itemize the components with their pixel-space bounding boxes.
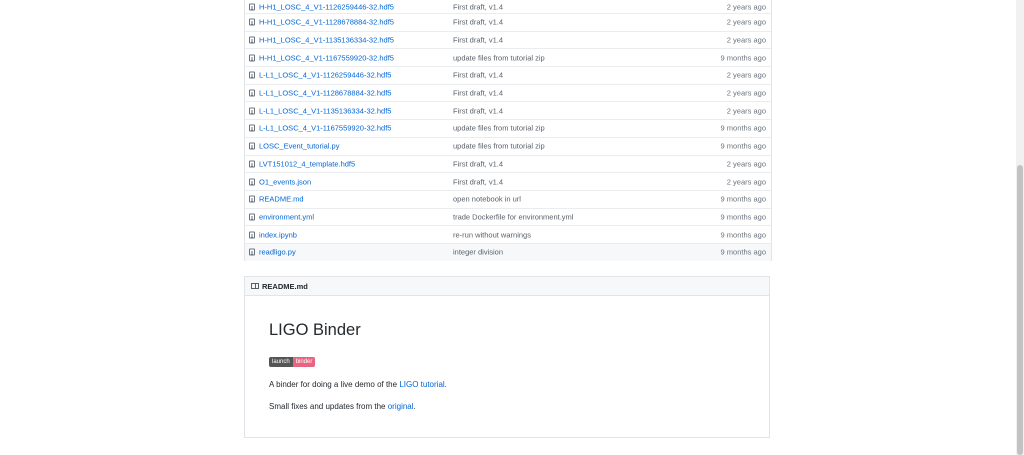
book-icon xyxy=(251,283,259,289)
file-name-link[interactable]: LVT151012_4_template.hdf5 xyxy=(259,159,355,168)
ligo-tutorial-link[interactable]: LIGO tutorial xyxy=(399,380,444,389)
file-name-link[interactable]: L-L1_LOSC_4_V1-1128678884-32.hdf5 xyxy=(259,89,391,98)
file-icon xyxy=(249,107,255,115)
file-icon xyxy=(249,89,255,97)
badge-right-label: binder xyxy=(292,357,316,367)
file-row: L-L1_LOSC_4_V1-1126259446-32.hdf5 First d… xyxy=(245,66,771,84)
commit-age: 2 years ago xyxy=(726,2,766,11)
commit-age: 9 months ago xyxy=(720,194,766,204)
file-name-link[interactable]: H-H1_LOSC_4_V1-1167559920-32.hdf5 xyxy=(259,53,394,62)
file-name-link[interactable]: L-L1_LOSC_4_V1-1126259446-32.hdf5 xyxy=(259,71,391,80)
commit-message-link[interactable]: integer division xyxy=(453,248,503,257)
file-row: readligo.py integer division 9 months ago xyxy=(245,242,771,261)
file-icon xyxy=(249,3,255,10)
file-name-link[interactable]: README.md xyxy=(259,195,304,204)
commit-age: 2 years ago xyxy=(726,70,766,80)
commit-age: 9 months ago xyxy=(720,247,766,257)
file-row: H-H1_LOSC_4_V1-1167559920-32.hdf5 update … xyxy=(245,48,771,66)
readme-paragraph-2: Small fixes and updates from the origina… xyxy=(269,402,416,411)
file-icon xyxy=(249,213,255,221)
commit-message-link[interactable]: First draft, v1.4 xyxy=(453,71,503,80)
file-row: L-L1_LOSC_4_V1-1167559920-32.hdf5 update … xyxy=(245,119,771,137)
commit-message-link[interactable]: trade Dockerfile for environment.yml xyxy=(453,212,573,221)
file-name-link[interactable]: L-L1_LOSC_4_V1-1167559920-32.hdf5 xyxy=(259,124,391,133)
file-icon xyxy=(249,178,255,186)
commit-message-link[interactable]: First draft, v1.4 xyxy=(453,159,503,168)
file-row: H-H1_LOSC_4_V1-1126259446-32.hdf5 First d… xyxy=(245,0,771,13)
file-row: L-L1_LOSC_4_V1-1128678884-32.hdf5 First d… xyxy=(245,83,771,102)
commit-message-link[interactable]: First draft, v1.4 xyxy=(453,177,503,186)
paragraph-text: . xyxy=(444,380,447,389)
file-row: H-H1_LOSC_4_V1-1135136334-32.hdf5 First d… xyxy=(245,30,771,49)
commit-message-link[interactable]: open notebook in url xyxy=(453,195,521,204)
readme-title: LIGO Binder xyxy=(269,321,361,339)
file-name-link[interactable]: O1_events.json xyxy=(259,177,311,186)
commit-age: 2 years ago xyxy=(726,17,766,27)
commit-age: 9 months ago xyxy=(720,230,766,240)
commit-age: 2 years ago xyxy=(726,35,766,45)
commit-age: 9 months ago xyxy=(720,123,766,133)
commit-message-link[interactable]: update files from tutorial zip xyxy=(453,124,545,133)
file-list: H-H1_LOSC_4_V1-1126259446-32.hdf5 First d… xyxy=(244,0,772,261)
commit-age: 2 years ago xyxy=(726,88,766,98)
file-row: README.md open notebook in url 9 months ag… xyxy=(245,189,771,208)
file-icon xyxy=(249,142,255,150)
file-icon xyxy=(249,54,255,62)
commit-message-link[interactable]: First draft, v1.4 xyxy=(453,18,503,27)
commit-age: 2 years ago xyxy=(726,106,766,116)
badge-left-label: launch xyxy=(269,357,293,367)
file-name-link[interactable]: index.ipynb xyxy=(259,230,297,239)
readme-paragraph-1: A binder for doing a live demo of the LI… xyxy=(269,380,447,389)
file-row: O1_events.json First draft, v1.4 2 years a… xyxy=(245,172,771,190)
file-name-link[interactable]: H-H1_LOSC_4_V1-1128678884-32.hdf5 xyxy=(259,18,394,27)
launch-binder-badge[interactable]: launch binder xyxy=(269,357,316,367)
commit-message-link[interactable]: First draft, v1.4 xyxy=(453,2,503,11)
scrollbar-thumb[interactable] xyxy=(1017,165,1023,455)
commit-age: 2 years ago xyxy=(726,177,766,187)
file-icon xyxy=(249,231,255,239)
paragraph-text: Small fixes and updates from the xyxy=(269,402,388,411)
commit-message-link[interactable]: First draft, v1.4 xyxy=(453,36,503,45)
commit-message-link[interactable]: First draft, v1.4 xyxy=(453,89,503,98)
file-name-link[interactable]: readligo.py xyxy=(259,248,296,257)
readme-header-title: README.md xyxy=(262,282,308,291)
file-icon xyxy=(249,160,255,168)
file-row: L-L1_LOSC_4_V1-1135136334-32.hdf5 First d… xyxy=(245,101,771,119)
file-row: LOSC_Event_tutorial.py update files from … xyxy=(245,136,771,155)
file-row: index.ipynb re-run without warnings 9 mont… xyxy=(245,225,771,243)
commit-message-link[interactable]: update files from tutorial zip xyxy=(453,142,545,151)
commit-age: 9 months ago xyxy=(720,141,766,151)
file-row: H-H1_LOSC_4_V1-1128678884-32.hdf5 First d… xyxy=(245,13,771,31)
commit-message-link[interactable]: update files from tutorial zip xyxy=(453,53,545,62)
file-icon xyxy=(249,195,255,203)
original-link[interactable]: original xyxy=(388,402,414,411)
page-scrollbar[interactable] xyxy=(1016,0,1024,455)
file-icon xyxy=(249,36,255,44)
paragraph-text: A binder for doing a live demo of the xyxy=(269,380,400,389)
page: H-H1_LOSC_4_V1-1126259446-32.hdf5 First d… xyxy=(0,0,1016,455)
commit-age: 9 months ago xyxy=(720,212,766,222)
file-icon xyxy=(249,18,255,26)
commit-age: 2 years ago xyxy=(726,159,766,169)
file-row: LVT151012_4_template.hdf5 First draft, v1… xyxy=(245,154,771,173)
file-row: environment.yml trade Dockerfile for envi… xyxy=(245,207,771,226)
file-icon xyxy=(249,124,255,132)
file-name-link[interactable]: environment.yml xyxy=(259,212,314,221)
file-name-link[interactable]: LOSC_Event_tutorial.py xyxy=(259,142,339,151)
file-icon xyxy=(249,248,255,256)
commit-message-link[interactable]: re-run without warnings xyxy=(453,230,531,239)
commit-message-link[interactable]: First draft, v1.4 xyxy=(453,106,503,115)
readme-content: LIGO Binder launch binder A binder for do… xyxy=(244,296,770,438)
file-name-link[interactable]: H-H1_LOSC_4_V1-1135136334-32.hdf5 xyxy=(259,36,394,45)
file-name-link[interactable]: H-H1_LOSC_4_V1-1126259446-32.hdf5 xyxy=(259,2,394,11)
readme-header: README.md xyxy=(244,276,770,296)
file-icon xyxy=(249,71,255,79)
paragraph-text: . xyxy=(413,402,416,411)
commit-age: 9 months ago xyxy=(720,53,766,63)
file-name-link[interactable]: L-L1_LOSC_4_V1-1135136334-32.hdf5 xyxy=(259,106,391,115)
